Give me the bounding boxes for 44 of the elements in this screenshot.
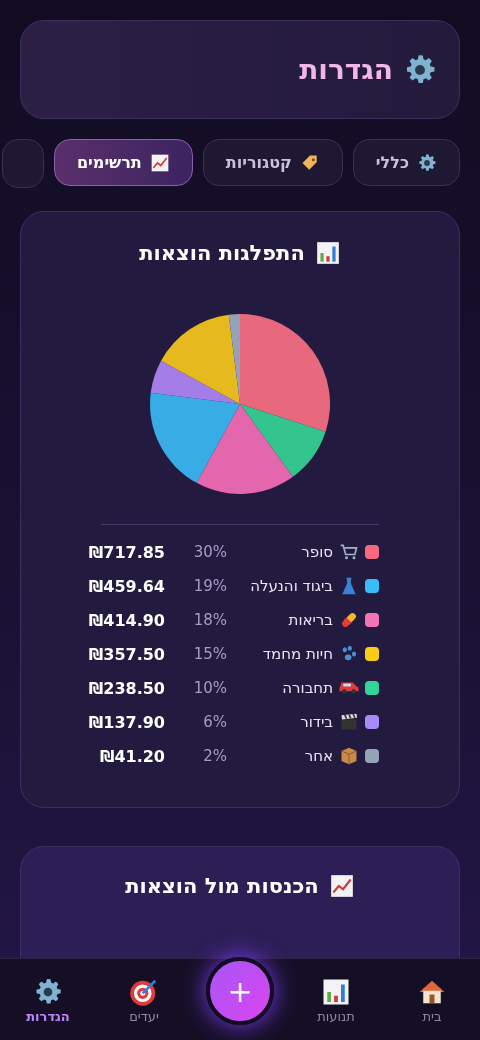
trend-chart-icon — [149, 152, 170, 173]
add-button[interactable]: + — [206, 957, 274, 1025]
bar-chart-icon — [314, 240, 341, 266]
tab[interactable]: כללי — [352, 139, 460, 186]
category-amount: ₪717.85 — [88, 542, 165, 562]
category-name: תחבורה — [282, 679, 333, 697]
category-percent: 15% — [192, 645, 228, 663]
category-amount: ₪137.90 — [88, 712, 165, 732]
nav-item[interactable]: בית — [397, 977, 467, 1024]
partial-tab[interactable] — [1, 139, 44, 188]
car-icon — [339, 682, 359, 694]
category-name: בידור — [300, 713, 333, 731]
category-percent: 19% — [192, 577, 228, 595]
nav-item[interactable]: הגדרות — [13, 977, 83, 1024]
bar-chart-icon — [321, 977, 351, 1007]
category-name: אחר — [304, 747, 333, 765]
nav-item[interactable]: תנועות — [301, 977, 371, 1024]
category-amount: ₪357.50 — [88, 644, 165, 664]
target-icon — [129, 977, 159, 1007]
category-percent: 10% — [192, 679, 228, 697]
category-amount: ₪414.90 — [88, 610, 165, 630]
chart-title: הכנסות מול הוצאות — [125, 874, 319, 898]
category-percent: 30% — [192, 543, 228, 561]
pill-icon — [339, 610, 359, 630]
cart-icon — [339, 542, 359, 562]
clapperboard-icon — [339, 712, 359, 732]
tab[interactable]: קטגוריות — [202, 139, 343, 186]
category-amount: ₪459.64 — [88, 576, 165, 596]
page-title: הגדרות — [299, 53, 393, 86]
category-percent: 2% — [202, 747, 228, 765]
category-amount: ₪41.20 — [99, 746, 165, 766]
tab[interactable]: תרשימים — [53, 139, 193, 186]
chart-title: התפלגות הוצאות — [139, 241, 305, 265]
category-name: בריאות — [288, 611, 333, 629]
category-name: חיות מחמד — [262, 645, 333, 663]
category-percent: 6% — [202, 713, 228, 731]
category-amount: ₪238.50 — [88, 678, 165, 698]
nav-item[interactable]: יעדים — [109, 977, 179, 1024]
trend-chart-icon — [328, 873, 355, 899]
category-name: ביגוד והנעלה — [250, 577, 333, 595]
gear-icon — [417, 152, 437, 173]
box-icon — [339, 746, 359, 766]
category-percent: 18% — [192, 611, 228, 629]
category-name: סופר — [301, 543, 333, 561]
